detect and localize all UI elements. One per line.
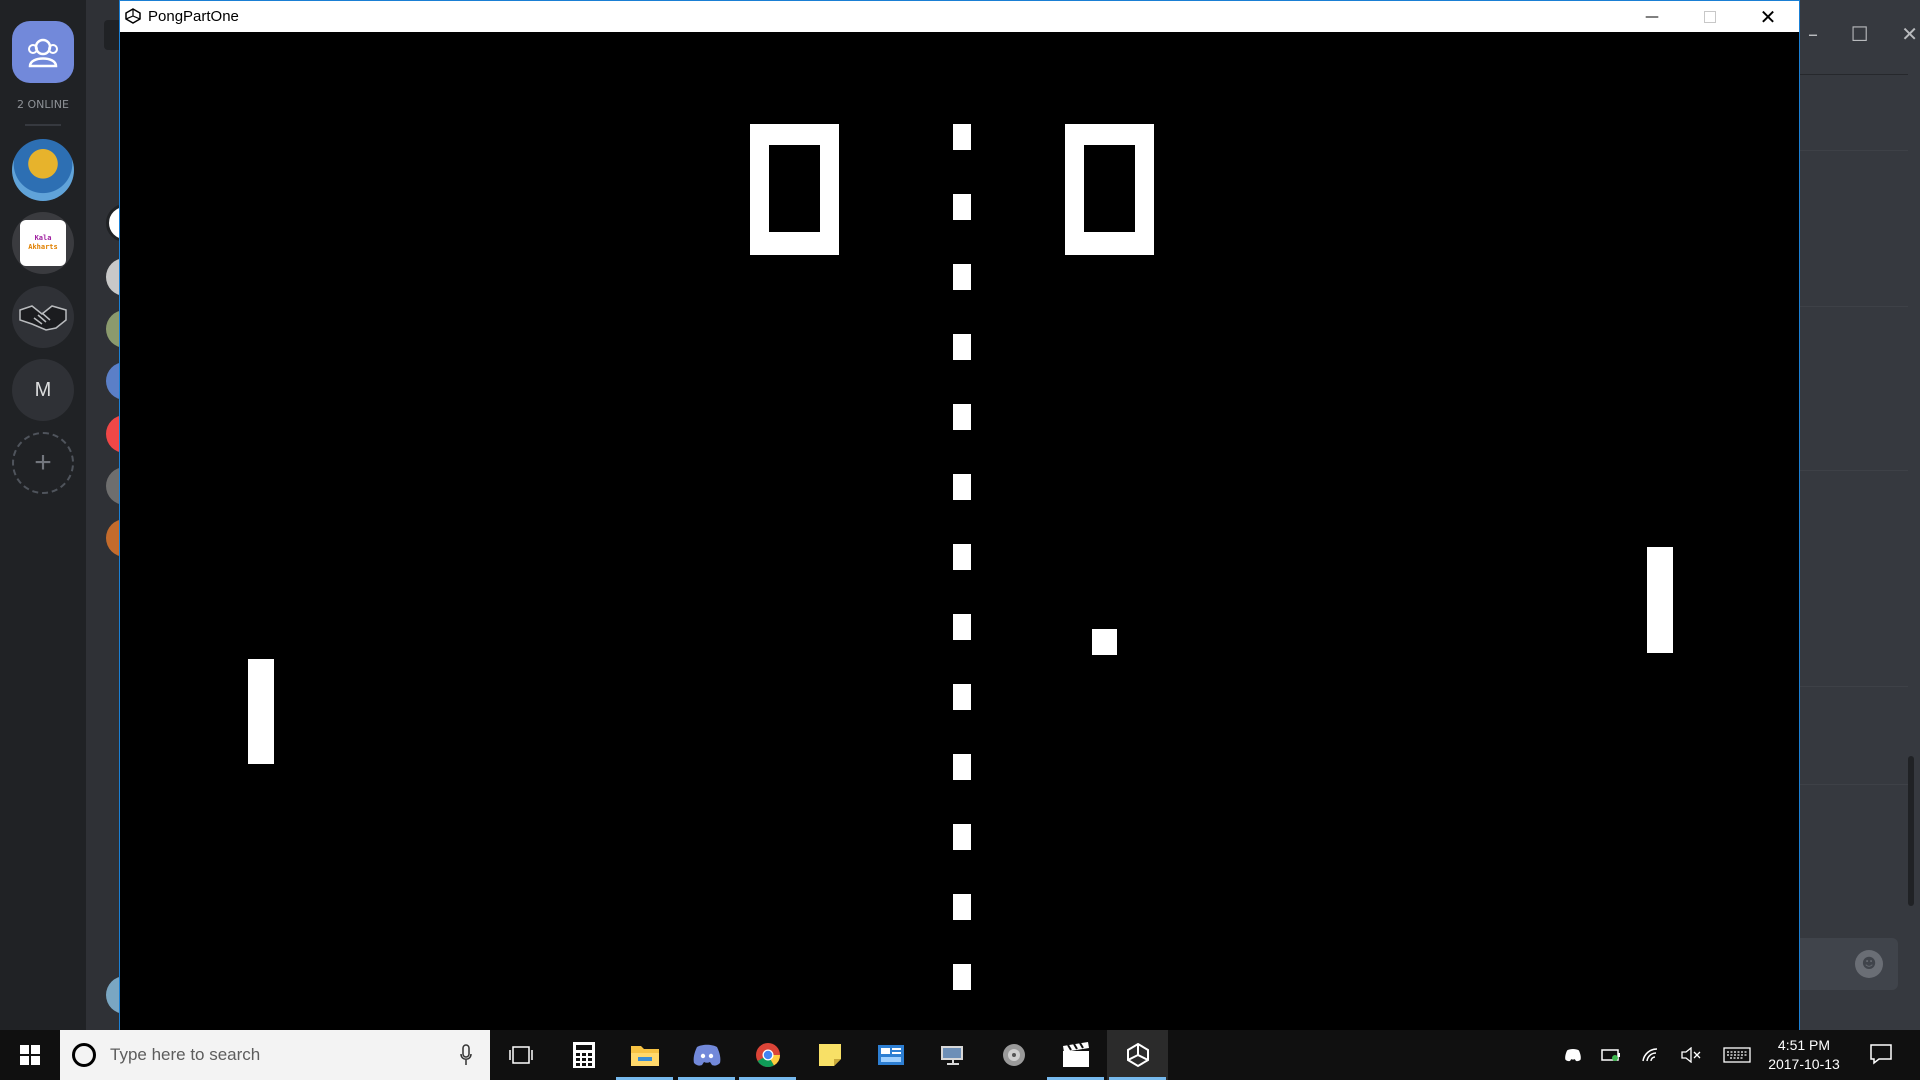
message-divider xyxy=(1798,150,1908,151)
remote-desktop-icon xyxy=(940,1046,963,1065)
search-input[interactable]: Type here to search xyxy=(110,1045,260,1065)
game-window: PongPartOne — ✕ 0 0 xyxy=(119,0,1800,1030)
wifi-icon[interactable] xyxy=(1640,1044,1662,1066)
message-divider xyxy=(1798,470,1908,471)
server-kala-akharts[interactable]: Kala Akharts xyxy=(12,212,74,274)
task-view-icon xyxy=(508,1046,533,1064)
unity-button[interactable] xyxy=(1107,1030,1168,1080)
net-segment xyxy=(953,824,971,850)
net-segment xyxy=(953,264,971,290)
friends-icon xyxy=(28,38,58,68)
net-segment xyxy=(953,124,971,150)
server-m[interactable]: M xyxy=(12,359,74,421)
net-segment xyxy=(953,964,971,990)
ball xyxy=(1092,629,1117,655)
media-player-icon xyxy=(1002,1044,1025,1066)
net-segment xyxy=(953,684,971,710)
microphone-icon[interactable] xyxy=(460,1044,472,1066)
handshake-icon xyxy=(19,305,67,331)
close-icon: ✕ xyxy=(1759,4,1777,29)
net-segment xyxy=(953,404,971,430)
maximize-icon[interactable]: ☐ xyxy=(1851,22,1869,46)
net-segment xyxy=(953,334,971,360)
media-player-button[interactable] xyxy=(983,1030,1044,1080)
rail-separator xyxy=(25,124,61,126)
chrome-button[interactable] xyxy=(737,1030,798,1080)
keyboard-icon[interactable] xyxy=(1722,1044,1752,1066)
chrome-icon xyxy=(755,1043,780,1068)
clock-time: 4:51 PM xyxy=(1777,1037,1831,1053)
server-handshake[interactable] xyxy=(12,286,74,348)
task-view-button[interactable] xyxy=(490,1030,551,1080)
discord-button[interactable] xyxy=(676,1030,737,1080)
calculator-button[interactable] xyxy=(553,1030,614,1080)
plus-icon: + xyxy=(34,446,52,479)
paddle-right xyxy=(1647,547,1673,653)
message-input[interactable] xyxy=(1798,938,1898,990)
search-box[interactable]: Type here to search xyxy=(60,1030,490,1080)
desktop: 2 ONLINE Kala Akharts M + – ☐ ✕ ☻ PongPa… xyxy=(0,0,1920,1080)
game-canvas[interactable] xyxy=(120,32,1799,1030)
control-panel-icon xyxy=(877,1045,904,1065)
battery-icon[interactable] xyxy=(1600,1044,1622,1066)
windows-icon xyxy=(20,1045,40,1065)
unity-icon xyxy=(125,8,141,24)
sticky-notes-button[interactable] xyxy=(799,1030,860,1080)
message-divider xyxy=(1798,686,1908,687)
minimize-icon: — xyxy=(1645,8,1659,25)
online-count: 2 ONLINE xyxy=(17,98,69,111)
net-segment xyxy=(953,754,971,780)
friends-button[interactable] xyxy=(12,21,74,83)
volume-muted-icon[interactable] xyxy=(1680,1044,1702,1066)
discord-window-controls: – ☐ ✕ xyxy=(1808,22,1918,46)
message-divider xyxy=(1798,306,1908,307)
chat-header-divider xyxy=(1798,74,1908,75)
close-icon[interactable]: ✕ xyxy=(1901,22,1918,46)
server-m-letter: M xyxy=(34,378,52,401)
taskbar: Type here to search 4:51 PM 2017-10-13 xyxy=(0,1030,1920,1080)
chat-scrollbar[interactable] xyxy=(1908,756,1914,906)
net-segment xyxy=(953,474,971,500)
file-explorer-button[interactable] xyxy=(614,1030,675,1080)
server-avatar-buddha[interactable] xyxy=(12,139,74,201)
remote-desktop-button[interactable] xyxy=(922,1030,983,1080)
window-titlebar[interactable]: PongPartOne — ✕ xyxy=(120,1,1799,32)
paddle-left xyxy=(248,659,274,764)
find-conversation-box[interactable] xyxy=(104,20,120,50)
message-divider xyxy=(1798,784,1908,785)
maximize-icon xyxy=(1704,10,1716,23)
discord-server-rail: 2 ONLINE Kala Akharts M + xyxy=(0,0,86,1030)
start-button[interactable] xyxy=(0,1030,60,1080)
maximize-button[interactable] xyxy=(1681,1,1739,32)
server-logo: Kala Akharts xyxy=(20,220,66,266)
net-segment xyxy=(953,614,971,640)
clock-date: 2017-10-13 xyxy=(1768,1056,1840,1072)
window-title: PongPartOne xyxy=(148,8,239,25)
cortana-icon xyxy=(72,1043,96,1067)
close-button[interactable]: ✕ xyxy=(1739,1,1797,32)
taskbar-clock[interactable]: 4:51 PM 2017-10-13 xyxy=(1759,1036,1849,1074)
net-segment xyxy=(953,894,971,920)
net-segment xyxy=(953,194,971,220)
discord-chat-area xyxy=(1798,0,1920,1030)
minimize-icon[interactable]: – xyxy=(1808,22,1818,46)
movie-maker-button[interactable] xyxy=(1045,1030,1106,1080)
emoji-icon[interactable]: ☻ xyxy=(1855,950,1883,978)
sticky-notes-icon xyxy=(818,1044,841,1066)
control-panel-button[interactable] xyxy=(860,1030,921,1080)
calculator-icon xyxy=(572,1042,595,1068)
score-right: 0 xyxy=(1065,124,1154,255)
net-segment xyxy=(953,544,971,570)
action-center-icon[interactable] xyxy=(1869,1043,1893,1065)
discord-tray-icon[interactable] xyxy=(1562,1044,1584,1066)
clapperboard-icon xyxy=(1062,1042,1089,1067)
score-left: 0 xyxy=(750,124,839,255)
add-server-button[interactable]: + xyxy=(12,432,74,494)
discord-dm-column xyxy=(86,0,130,1030)
minimize-button[interactable]: — xyxy=(1623,1,1681,32)
discord-icon xyxy=(693,1044,720,1066)
folder-icon xyxy=(630,1046,659,1066)
unity-icon xyxy=(1126,1042,1149,1068)
